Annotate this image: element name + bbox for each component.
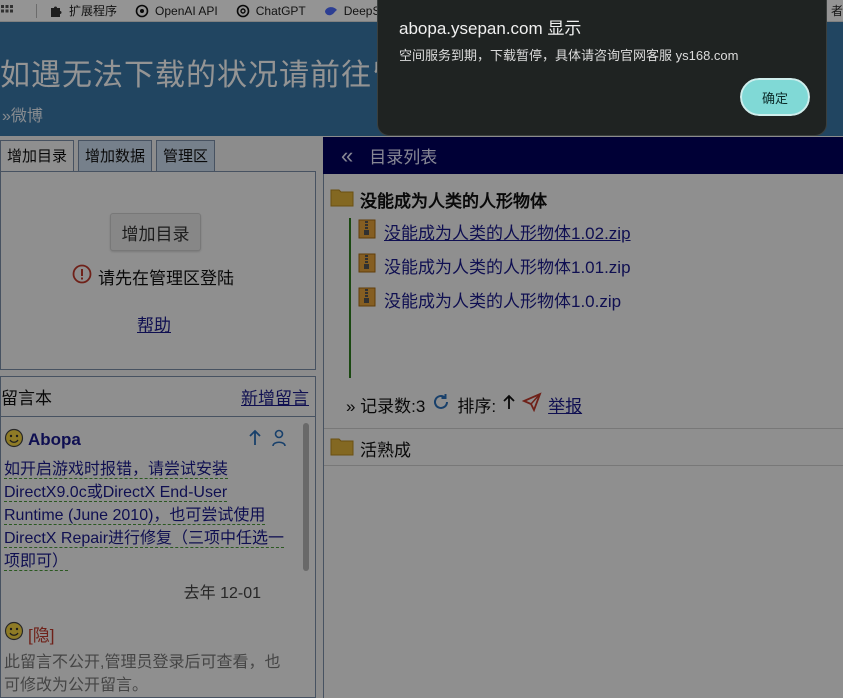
alert-dialog: abopa.ysepan.com 显示 空间服务到期，下载暂停，具体请咨询官网客… <box>377 0 827 136</box>
ok-button[interactable]: 确定 <box>738 76 812 118</box>
dialog-message: 空间服务到期，下载暂停，具体请咨询官网客服 ys168.com <box>399 48 739 63</box>
dialog-title: abopa.ysepan.com 显示 <box>399 19 582 38</box>
